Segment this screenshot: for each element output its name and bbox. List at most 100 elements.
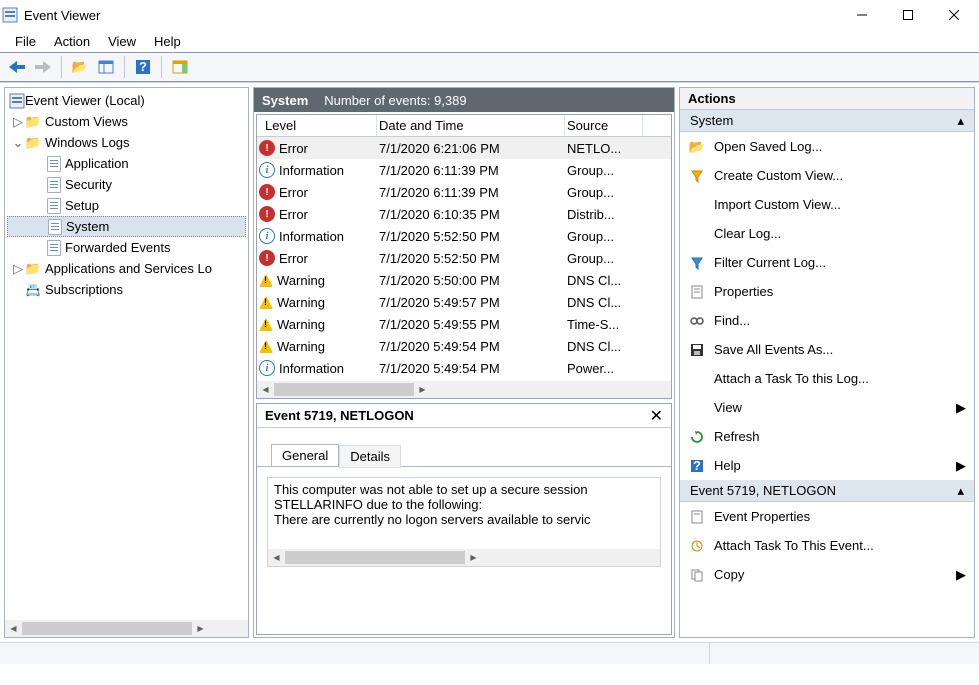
event-row[interactable]: !Error7/1/2020 6:10:35 PMDistrib... [257, 203, 671, 225]
tree-hscrollbar[interactable] [5, 620, 248, 637]
event-source: Group... [565, 229, 643, 244]
action-properties[interactable]: Properties [680, 277, 974, 306]
forward-button[interactable] [31, 55, 55, 79]
tree-custom-views[interactable]: ▷ Custom Views [7, 111, 246, 132]
event-level: Warning [277, 339, 325, 354]
action-attach-task-log[interactable]: Attach a Task To this Log... [680, 364, 974, 393]
event-datetime: 7/1/2020 6:11:39 PM [377, 185, 565, 200]
action-import-custom-view[interactable]: Import Custom View... [680, 190, 974, 219]
tree-forwarded-events[interactable]: Forwarded Events [7, 237, 246, 258]
properties-icon [688, 285, 706, 299]
tree-application[interactable]: Application [7, 153, 246, 174]
tab-general[interactable]: General [271, 444, 339, 467]
event-row[interactable]: !Error7/1/2020 6:21:06 PMNETLO... [257, 137, 671, 159]
col-datetime[interactable]: Date and Time [377, 115, 565, 136]
grid-hscrollbar[interactable] [257, 381, 671, 398]
log-name: System [262, 93, 308, 108]
filter-create-icon [688, 169, 706, 183]
tree-security[interactable]: Security [7, 174, 246, 195]
event-row[interactable]: Warning7/1/2020 5:50:00 PMDNS Cl... [257, 269, 671, 291]
tree-pane: Event Viewer (Local) ▷ Custom Views ⌄ Wi… [4, 87, 249, 638]
open-folder-icon[interactable]: 📂 [68, 55, 92, 79]
menu-view[interactable]: View [101, 34, 143, 49]
event-source: DNS Cl... [565, 273, 643, 288]
action-pane-icon[interactable] [168, 55, 192, 79]
col-source[interactable]: Source [565, 115, 643, 136]
action-help[interactable]: ?Help▶ [680, 451, 974, 480]
action-event-properties[interactable]: Event Properties [680, 502, 974, 531]
view-mode-icon[interactable] [94, 55, 118, 79]
event-source: DNS Cl... [565, 295, 643, 310]
toolbar-divider [124, 56, 125, 78]
menu-action[interactable]: Action [47, 34, 97, 49]
collapse-icon[interactable]: ▴ [957, 113, 964, 129]
expand-icon[interactable]: ▷ [11, 262, 25, 276]
action-copy[interactable]: Copy▶ [680, 560, 974, 589]
minimize-button[interactable] [839, 0, 885, 30]
tree-subscriptions-label: Subscriptions [45, 282, 123, 297]
help-icon[interactable]: ? [131, 55, 155, 79]
error-icon: ! [259, 140, 275, 156]
action-label: Open Saved Log... [714, 139, 822, 154]
action-create-custom-view[interactable]: Create Custom View... [680, 161, 974, 190]
tree-setup[interactable]: Setup [7, 195, 246, 216]
actions-body: System ▴ 📂Open Saved Log... Create Custo… [680, 110, 974, 637]
event-source: Time-S... [565, 317, 643, 332]
close-detail-button[interactable]: ✕ [650, 406, 663, 426]
event-source: Group... [565, 251, 643, 266]
svg-text:?: ? [139, 59, 147, 74]
action-refresh[interactable]: Refresh [680, 422, 974, 451]
action-view[interactable]: View▶ [680, 393, 974, 422]
event-level: Information [279, 229, 344, 244]
save-icon [688, 343, 706, 357]
action-filter-current-log[interactable]: Filter Current Log... [680, 248, 974, 277]
actions-section-event[interactable]: Event 5719, NETLOGON ▴ [680, 480, 974, 502]
actions-section-system[interactable]: System ▴ [680, 110, 974, 132]
action-attach-task-event[interactable]: Attach Task To This Event... [680, 531, 974, 560]
event-level: Error [279, 141, 308, 156]
action-label: Clear Log... [714, 226, 781, 241]
event-row[interactable]: iInformation7/1/2020 5:49:54 PMPower... [257, 357, 671, 379]
tree-subscriptions[interactable]: Subscriptions [7, 279, 246, 300]
action-open-saved-log[interactable]: 📂Open Saved Log... [680, 132, 974, 161]
detail-header: Event 5719, NETLOGON ✕ [257, 404, 671, 428]
event-detail-panel: Event 5719, NETLOGON ✕ General Details T… [256, 403, 672, 635]
detail-hscrollbar[interactable] [268, 549, 660, 566]
grid-body[interactable]: !Error7/1/2020 6:21:06 PMNETLO...iInform… [257, 137, 671, 381]
event-row[interactable]: Warning7/1/2020 5:49:54 PMDNS Cl... [257, 335, 671, 357]
action-find[interactable]: Find... [680, 306, 974, 335]
event-level: Warning [277, 317, 325, 332]
col-level[interactable]: Level [257, 115, 377, 136]
collapse-icon[interactable]: ⌄ [11, 136, 25, 150]
event-row[interactable]: iInformation7/1/2020 5:52:50 PMGroup... [257, 225, 671, 247]
warning-icon [259, 340, 273, 353]
event-row[interactable]: !Error7/1/2020 5:52:50 PMGroup... [257, 247, 671, 269]
menu-help[interactable]: Help [147, 34, 188, 49]
expand-icon[interactable]: ▷ [11, 115, 25, 129]
action-label: Copy [714, 567, 948, 582]
refresh-icon [688, 430, 706, 444]
action-label: Attach a Task To this Log... [714, 371, 869, 386]
action-label: Attach Task To This Event... [714, 538, 874, 553]
event-row[interactable]: Warning7/1/2020 5:49:57 PMDNS Cl... [257, 291, 671, 313]
action-label: Refresh [714, 429, 760, 444]
event-grid: Level Date and Time Source !Error7/1/202… [256, 114, 672, 399]
close-button[interactable] [931, 0, 977, 30]
tree-root[interactable]: Event Viewer (Local) [7, 90, 246, 111]
collapse-icon[interactable]: ▴ [957, 483, 964, 499]
subscriptions-icon [25, 282, 41, 298]
tree-apps-services[interactable]: ▷ Applications and Services Lo [7, 258, 246, 279]
event-row[interactable]: Warning7/1/2020 5:49:55 PMTime-S... [257, 313, 671, 335]
event-row[interactable]: iInformation7/1/2020 6:11:39 PMGroup... [257, 159, 671, 181]
event-row[interactable]: !Error7/1/2020 6:11:39 PMGroup... [257, 181, 671, 203]
tree-system[interactable]: System [7, 216, 246, 237]
menu-file[interactable]: File [8, 34, 43, 49]
tree-windows-logs[interactable]: ⌄ Windows Logs [7, 132, 246, 153]
action-save-all-events[interactable]: Save All Events As... [680, 335, 974, 364]
back-button[interactable] [5, 55, 29, 79]
submenu-arrow-icon: ▶ [956, 458, 966, 474]
tab-details[interactable]: Details [339, 445, 401, 468]
maximize-button[interactable] [885, 0, 931, 30]
action-clear-log[interactable]: Clear Log... [680, 219, 974, 248]
folder-icon [25, 114, 41, 130]
